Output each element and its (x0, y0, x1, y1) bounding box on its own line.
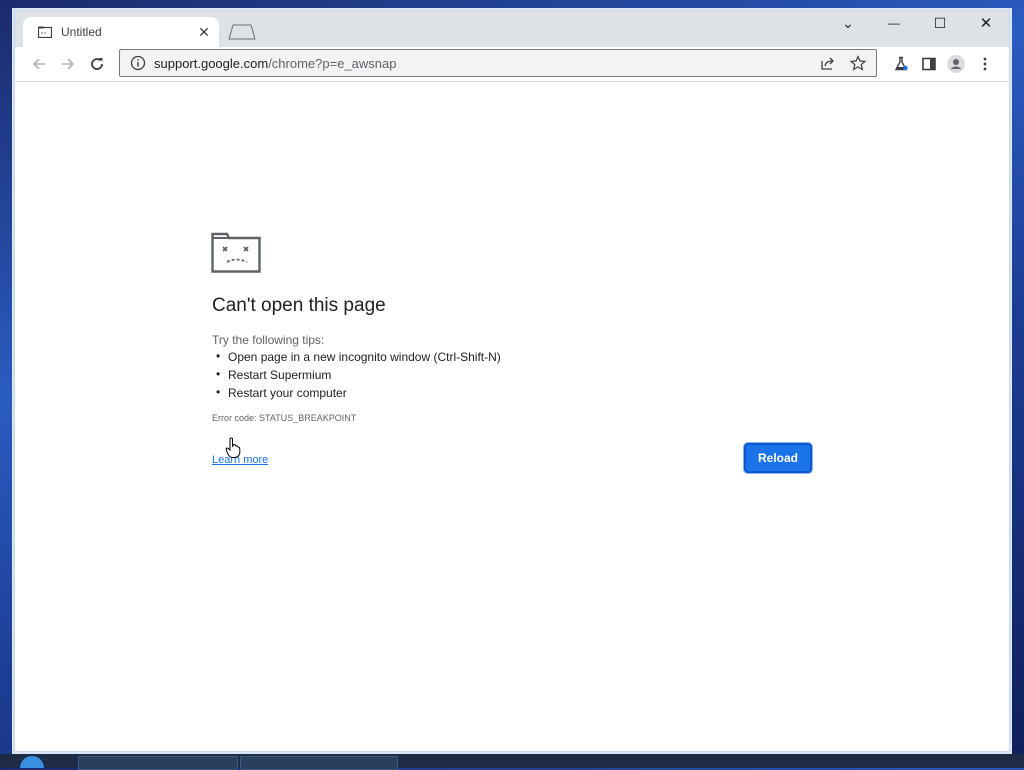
url-text: support.google.com/chrome?p=e_awsnap (154, 56, 816, 71)
site-info-icon[interactable] (128, 53, 148, 73)
address-bar[interactable]: support.google.com/chrome?p=e_awsnap (119, 49, 877, 77)
bookmark-star-icon[interactable] (846, 51, 870, 75)
tab-search-chevron-icon[interactable]: ⌄ (825, 11, 871, 35)
new-tab-button[interactable] (225, 23, 259, 41)
share-icon[interactable] (816, 51, 840, 75)
tip-item: Open page in a new incognito window (Ctr… (212, 347, 501, 366)
tips-label: Try the following tips: (212, 333, 325, 347)
reload-icon[interactable] (85, 52, 109, 76)
browser-window: x x Untitled ✕ ⌄ — ☐ ✕ support.google.co… (14, 10, 1010, 752)
forward-arrow-icon[interactable] (56, 52, 80, 76)
url-path: /chrome?p=e_awsnap (268, 55, 397, 71)
tab-untitled[interactable]: x x Untitled ✕ (23, 17, 219, 47)
tip-item: Restart Supermium (212, 365, 501, 384)
sad-folder-icon (211, 231, 261, 273)
page-content: Can't open this page Try the following t… (15, 82, 1009, 751)
close-window-button[interactable]: ✕ (963, 11, 1009, 35)
browser-toolbar: support.google.com/chrome?p=e_awsnap (15, 47, 1009, 82)
tips-list: Open page in a new incognito window (Ctr… (212, 347, 501, 402)
side-panel-icon[interactable] (917, 52, 941, 76)
sad-tab-favicon-icon: x x (37, 24, 53, 40)
svg-text:x x: x x (41, 30, 46, 35)
error-heading: Can't open this page (212, 295, 386, 316)
error-code: Error code: STATUS_BREAKPOINT (212, 413, 357, 423)
tip-item: Restart your computer (212, 383, 501, 402)
tab-strip: x x Untitled ✕ ⌄ — ☐ ✕ (15, 11, 1009, 47)
url-host: support.google.com (154, 55, 269, 71)
labs-flask-icon[interactable] (889, 52, 913, 76)
reload-button[interactable]: Reload (744, 443, 812, 473)
window-controls: ⌄ — ☐ ✕ (825, 11, 1009, 35)
hand-pointer-cursor-icon (225, 437, 241, 459)
tab-close-icon[interactable]: ✕ (195, 23, 213, 41)
minimize-button[interactable]: — (871, 11, 917, 35)
back-arrow-icon[interactable] (27, 52, 51, 76)
maximize-button[interactable]: ☐ (917, 11, 963, 35)
kebab-menu-icon[interactable] (973, 52, 997, 76)
tab-title: Untitled (61, 25, 102, 39)
profile-avatar-icon[interactable] (944, 52, 968, 76)
